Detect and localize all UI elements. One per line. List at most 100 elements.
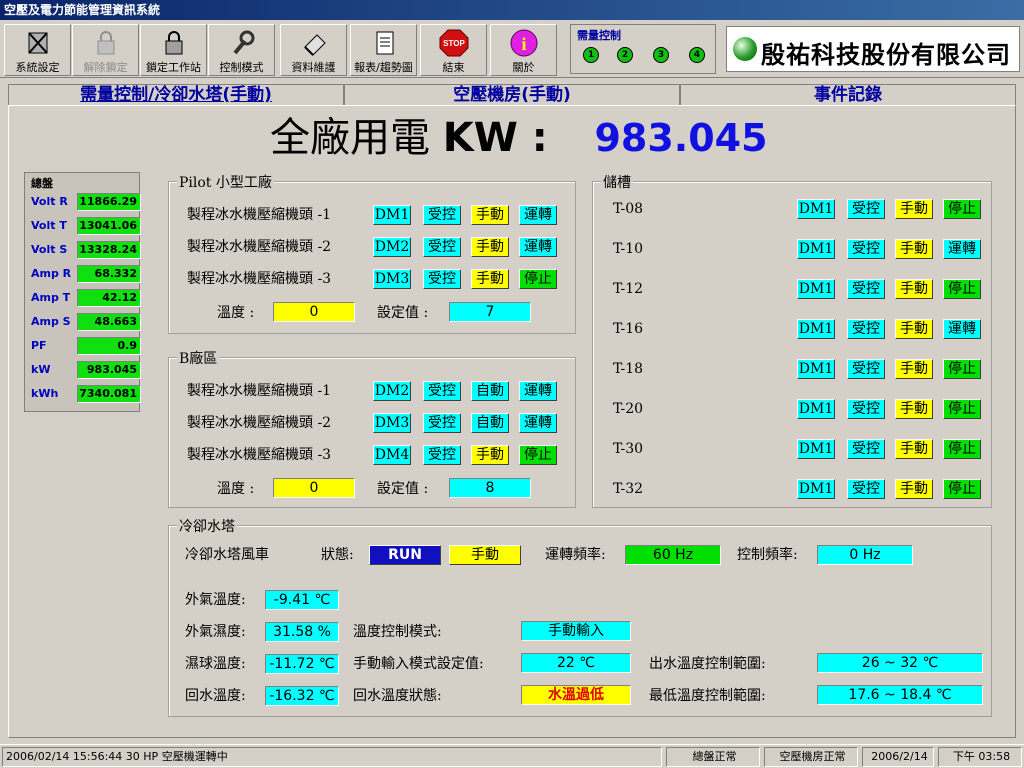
data-maintenance-button[interactable]: 資料維護 <box>280 24 347 76</box>
tank-name: T-18 <box>613 361 644 377</box>
unlock-button[interactable]: 解除鎖定 <box>72 24 139 76</box>
demand-led-1[interactable]: 1 <box>583 47 599 63</box>
mode-chip[interactable]: 手動 <box>895 199 933 219</box>
min-range-value[interactable]: 17.6 ~ 18.4 ℃ <box>817 685 983 705</box>
control-chip[interactable]: 受控 <box>847 199 885 219</box>
state-chip[interactable]: 停止 <box>943 359 981 379</box>
mode-chip[interactable]: 自動 <box>471 381 509 401</box>
dm-chip[interactable]: DM4 <box>373 445 411 465</box>
system-settings-button[interactable]: 系統設定 <box>4 24 71 76</box>
tank-name: T-08 <box>613 201 644 217</box>
mode-chip[interactable]: 手動 <box>471 269 509 289</box>
meter-value: 42.12 <box>77 289 141 307</box>
mode-chip[interactable]: 手動 <box>895 279 933 299</box>
control-chip[interactable]: 受控 <box>847 359 885 379</box>
dm-chip[interactable]: DM1 <box>797 359 835 379</box>
dm-chip[interactable]: DM3 <box>373 413 411 433</box>
bzone-set-label: 設定值 : <box>377 481 429 497</box>
bzone-set-value[interactable]: 8 <box>449 478 531 498</box>
mode-chip[interactable]: 手動 <box>471 205 509 225</box>
mode-chip[interactable]: 手動 <box>471 445 509 465</box>
control-chip[interactable]: 受控 <box>423 445 461 465</box>
lock-workstation-button[interactable]: 鎖定工作站 <box>140 24 207 76</box>
lock-icon <box>91 29 121 57</box>
control-chip[interactable]: 受控 <box>847 319 885 339</box>
mode-chip[interactable]: 手動 <box>471 237 509 257</box>
outlet-range-value[interactable]: 26 ~ 32 ℃ <box>817 653 983 673</box>
tower-fan-label: 冷卻水塔風車 <box>185 547 269 563</box>
mode-chip[interactable]: 手動 <box>895 239 933 259</box>
about-button[interactable]: i 關於 <box>490 24 557 76</box>
control-chip[interactable]: 受控 <box>847 399 885 419</box>
tab-event-log[interactable]: 事件記錄 <box>680 84 1016 106</box>
dm-chip[interactable]: DM2 <box>373 237 411 257</box>
tab-air-compressor[interactable]: 空壓機房(手動) <box>344 84 680 106</box>
state-chip[interactable]: 運轉 <box>519 381 557 401</box>
pilot-temp-label: 溫度 : <box>217 305 255 321</box>
dm-chip[interactable]: DM1 <box>373 205 411 225</box>
report-trend-button[interactable]: 報表/趨勢圖 <box>350 24 417 76</box>
state-chip[interactable]: 停止 <box>943 199 981 219</box>
meter-key: Amp R <box>31 267 72 280</box>
tower-freq-value: 60 Hz <box>625 545 721 565</box>
state-chip[interactable]: 停止 <box>943 439 981 459</box>
state-chip[interactable]: 運轉 <box>943 239 981 259</box>
control-chip[interactable]: 受控 <box>423 269 461 289</box>
state-chip[interactable]: 停止 <box>943 279 981 299</box>
control-chip[interactable]: 受控 <box>423 237 461 257</box>
return-temp-label: 回水溫度: <box>185 688 246 704</box>
control-chip[interactable]: 受控 <box>423 205 461 225</box>
mode-chip[interactable]: 手動 <box>895 359 933 379</box>
wet-bulb-temp-label: 濕球溫度: <box>185 656 246 672</box>
demand-led-2[interactable]: 2 <box>617 47 633 63</box>
manual-setpoint-value[interactable]: 22 ℃ <box>521 653 631 673</box>
state-chip[interactable]: 停止 <box>943 479 981 499</box>
status-date: 2006/2/14 <box>862 747 934 767</box>
demand-led-4[interactable]: 4 <box>689 47 705 63</box>
mode-chip[interactable]: 手動 <box>895 319 933 339</box>
meter-key: Amp T <box>31 291 71 304</box>
tab-demand-cooling[interactable]: 需量控制/冷卻水塔(手動) <box>8 84 344 106</box>
tank-name: T-30 <box>613 441 644 457</box>
exit-button[interactable]: STOP 結束 <box>420 24 487 76</box>
temp-control-mode-value[interactable]: 手動輸入 <box>521 621 631 641</box>
dm-chip[interactable]: DM1 <box>797 479 835 499</box>
dm-chip[interactable]: DM1 <box>797 199 835 219</box>
control-chip[interactable]: 受控 <box>847 479 885 499</box>
state-chip[interactable]: 運轉 <box>519 205 557 225</box>
control-chip[interactable]: 受控 <box>423 413 461 433</box>
company-name: 殷祐科技股份有限公司 <box>761 40 1011 69</box>
meter-key: PF <box>31 339 47 352</box>
state-chip[interactable]: 運轉 <box>519 413 557 433</box>
dm-chip[interactable]: DM2 <box>373 381 411 401</box>
total-power-label: 全廠用電 <box>270 115 430 161</box>
state-chip[interactable]: 運轉 <box>519 237 557 257</box>
mode-chip[interactable]: 手動 <box>895 439 933 459</box>
dm-chip[interactable]: DM1 <box>797 399 835 419</box>
state-chip[interactable]: 停止 <box>519 445 557 465</box>
mode-chip[interactable]: 手動 <box>895 399 933 419</box>
dm-chip[interactable]: DM1 <box>797 279 835 299</box>
dm-chip[interactable]: DM1 <box>797 239 835 259</box>
pilot-set-value[interactable]: 7 <box>449 302 531 322</box>
dm-chip[interactable]: DM3 <box>373 269 411 289</box>
control-chip[interactable]: 受控 <box>847 239 885 259</box>
mode-chip[interactable]: 手動 <box>895 479 933 499</box>
tower-mode-chip[interactable]: 手動 <box>449 545 521 565</box>
control-chip[interactable]: 受控 <box>847 439 885 459</box>
control-mode-button[interactable]: 控制模式 <box>208 24 275 76</box>
total-power-unit: KW : <box>442 115 548 161</box>
data-maintenance-label: 資料維護 <box>291 61 336 74</box>
state-chip[interactable]: 停止 <box>943 399 981 419</box>
demand-led-3[interactable]: 3 <box>653 47 669 63</box>
control-chip[interactable]: 受控 <box>847 279 885 299</box>
mode-chip[interactable]: 自動 <box>471 413 509 433</box>
dm-chip[interactable]: DM1 <box>797 439 835 459</box>
report-trend-label: 報表/趨勢圖 <box>354 61 413 74</box>
control-chip[interactable]: 受控 <box>423 381 461 401</box>
dm-chip[interactable]: DM1 <box>797 319 835 339</box>
state-chip[interactable]: 運轉 <box>943 319 981 339</box>
meter-key: kW <box>31 363 51 376</box>
system-settings-label: 系統設定 <box>15 61 60 74</box>
state-chip[interactable]: 停止 <box>519 269 557 289</box>
